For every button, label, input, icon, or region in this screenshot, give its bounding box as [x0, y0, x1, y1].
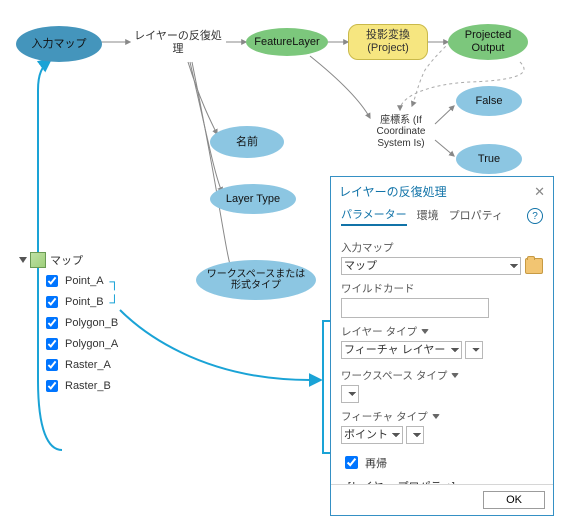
chevron-down-icon[interactable]	[451, 373, 459, 378]
layer-tree: マップ Point_A ┐ Point_B ┘ Polygon_B Polygon_…	[20, 252, 180, 398]
properties-panel: レイヤーの反復処理 ✕ パラメーター 環境 プロパティ ? 入力マップ マップ …	[330, 176, 554, 516]
tree-item-raster-b[interactable]: Raster_B	[42, 377, 180, 395]
field-label-workspace-type: ワークスペース タイプ	[341, 368, 447, 383]
chevron-down-icon[interactable]	[432, 414, 440, 419]
tree-item-label: Point_A	[65, 275, 104, 287]
map-icon	[30, 252, 46, 268]
field-label-feature-type: フィーチャ タイプ	[341, 409, 428, 424]
node-feature-layer[interactable]: FeatureLayer	[246, 28, 328, 56]
chevron-down-icon[interactable]	[421, 329, 429, 334]
node-layer-type[interactable]: Layer Type	[210, 184, 296, 214]
input-map-select[interactable]: マップ	[341, 257, 521, 275]
group-bracket-icon: ┘	[110, 294, 120, 310]
wildcard-input[interactable]	[341, 298, 489, 318]
node-projected-output[interactable]: Projected Output	[448, 24, 528, 60]
close-icon[interactable]: ✕	[534, 184, 545, 200]
tree-item-label: Polygon_A	[65, 338, 118, 350]
workspace-type-select[interactable]	[341, 385, 359, 403]
tree-checkbox[interactable]	[46, 296, 58, 308]
field-label-layer-type: レイヤー タイプ	[341, 324, 417, 339]
feature-type-select[interactable]: ポイント	[341, 426, 403, 444]
tree-root[interactable]: マップ	[20, 252, 180, 268]
recurse-label: 再帰	[365, 455, 387, 471]
group-bracket-icon: ┐	[110, 273, 120, 289]
node-workspace-or-format[interactable]: ワークスペースまたは 形式タイプ	[196, 260, 316, 300]
panel-title: レイヤーの反復処理	[339, 183, 447, 200]
tab-environment[interactable]: 環境	[417, 207, 439, 225]
expand-icon[interactable]	[19, 257, 27, 263]
node-input-map[interactable]: 入力マップ	[16, 26, 102, 62]
tree-item-polygon-b[interactable]: Polygon_B	[42, 314, 180, 332]
node-if-coordinate-system[interactable]: 座標系 (If Coordinate System Is)	[356, 100, 446, 164]
panel-tabs: パラメーター 環境 プロパティ ?	[331, 206, 553, 230]
tree-item-point-a[interactable]: Point_A ┐	[42, 272, 180, 290]
node-iterate-layers[interactable]: レイヤーの反復処 理	[128, 24, 228, 62]
recurse-checkbox[interactable]	[345, 456, 358, 469]
tab-parameters[interactable]: パラメーター	[341, 206, 407, 226]
layer-type-select-extra[interactable]	[465, 341, 483, 359]
tree-item-polygon-a[interactable]: Polygon_A	[42, 335, 180, 353]
tree-item-label: Polygon_B	[65, 317, 118, 329]
field-label-wildcard: ワイルドカード	[341, 281, 543, 296]
tree-item-label: Raster_A	[65, 359, 111, 371]
tree-checkbox[interactable]	[46, 338, 58, 350]
tree-checkbox[interactable]	[46, 317, 58, 329]
layer-type-select[interactable]: フィーチャ レイヤー	[341, 341, 462, 359]
field-label-input-map: 入力マップ	[341, 240, 543, 255]
tree-checkbox[interactable]	[46, 380, 58, 392]
node-true[interactable]: True	[456, 144, 522, 174]
ok-button[interactable]: OK	[483, 491, 545, 509]
tab-properties[interactable]: プロパティ	[449, 207, 503, 225]
tree-root-label: マップ	[50, 252, 83, 268]
tree-item-raster-a[interactable]: Raster_A	[42, 356, 180, 374]
tree-item-point-b[interactable]: Point_B ┘	[42, 293, 180, 311]
node-name[interactable]: 名前	[210, 126, 284, 158]
node-false[interactable]: False	[456, 86, 522, 116]
tree-item-label: Point_B	[65, 296, 104, 308]
tree-checkbox[interactable]	[46, 359, 58, 371]
tree-checkbox[interactable]	[46, 275, 58, 287]
help-icon[interactable]: ?	[527, 208, 543, 224]
node-project-tool[interactable]: 投影変換 (Project)	[348, 24, 428, 60]
tree-item-label: Raster_B	[65, 380, 111, 392]
feature-type-select-extra[interactable]	[406, 426, 424, 444]
folder-icon[interactable]	[525, 258, 543, 274]
